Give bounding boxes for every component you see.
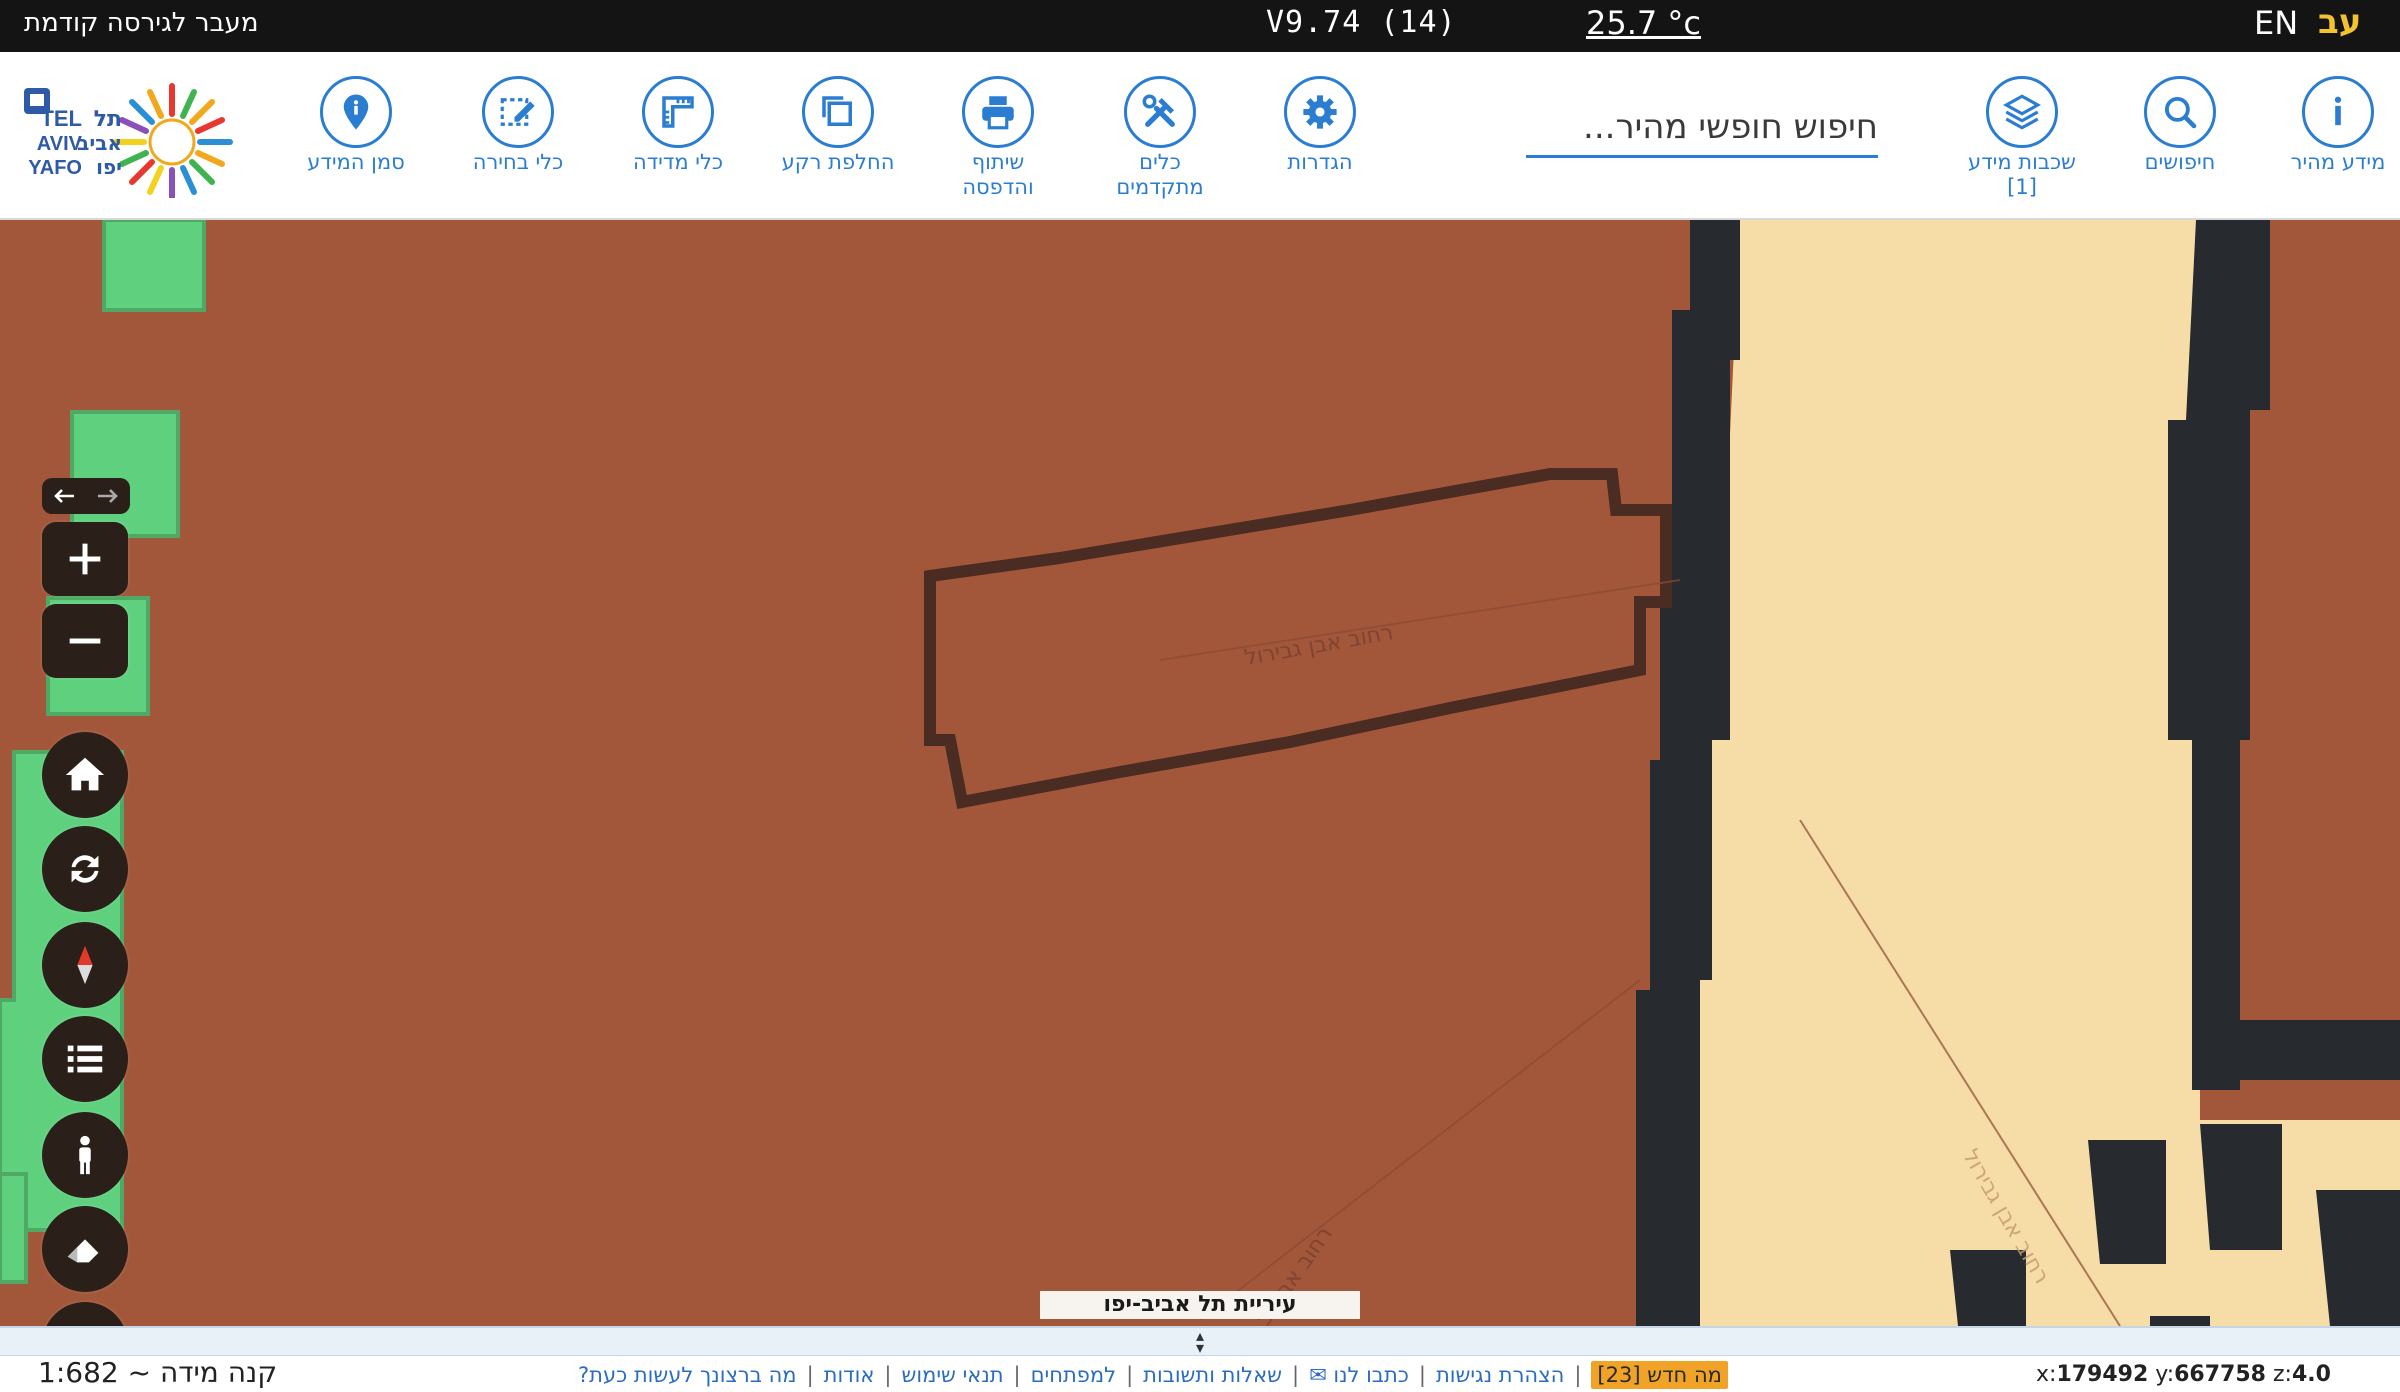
- layers-square-icon: [802, 76, 874, 148]
- mark-info-label: סמן המידע: [307, 150, 405, 174]
- top-bar: מעבר לגירסה קודמת V9.74 (14) 25.7 °c EN …: [0, 0, 2400, 52]
- home-button[interactable]: [42, 732, 128, 818]
- street-view-button[interactable]: [42, 1112, 128, 1198]
- refresh-button[interactable]: [42, 826, 128, 912]
- arrow-right-icon: [98, 489, 118, 503]
- legend-button[interactable]: [42, 1016, 128, 1102]
- measure-tools-label: כלי מדידה: [632, 150, 724, 174]
- quick-info-label: מידע מהיר: [2290, 150, 2386, 174]
- list-icon: [67, 1045, 103, 1073]
- footer-link-developers[interactable]: למפתחים: [1031, 1363, 1116, 1387]
- svg-text:אביב: אביב: [77, 131, 122, 155]
- ruler-icon: [642, 76, 714, 148]
- layers-count-badge: [1]: [2007, 175, 2037, 199]
- map-canvas[interactable]: רחוב אבן גבירול רחוב אבן גבירול רחוב אבן…: [0, 220, 2400, 1326]
- logo-graphic: TEL AVIV YAFO תל אביב יפו: [24, 83, 233, 201]
- tel-aviv-yafo-logo[interactable]: TEL AVIV YAFO תל אביב יפו: [22, 74, 250, 201]
- temperature-label[interactable]: 25.7 °c: [1586, 4, 1701, 42]
- main-toolbar: TEL AVIV YAFO תל אביב יפו סמן המידע כלי …: [0, 52, 2400, 220]
- select-tools-label: כלי בחירה: [472, 150, 564, 174]
- info-icon: [2302, 76, 2374, 148]
- refresh-icon: [71, 855, 99, 883]
- compass-icon: [77, 945, 93, 985]
- select-tools-button[interactable]: כלי בחירה: [438, 76, 598, 175]
- gear-icon: [1284, 76, 1356, 148]
- plus-icon: [69, 543, 101, 575]
- svg-text:AVIV: AVIV: [37, 133, 83, 155]
- coordinates-readout: x:179492 y:667758 z:4.0: [2036, 1362, 2331, 1387]
- eraser-icon: [67, 1239, 99, 1263]
- footer-link-terms[interactable]: תנאי שימוש: [901, 1363, 1003, 1387]
- advanced-tools-label: כלים מתקדמים: [1116, 150, 1204, 199]
- quick-search-field[interactable]: [1526, 98, 1878, 158]
- select-pencil-icon: [482, 76, 554, 148]
- footer-link-about[interactable]: אודות: [824, 1363, 875, 1387]
- svg-text:TEL: TEL: [40, 106, 82, 131]
- map-tiles: רחוב אבן גבירול רחוב אבן גבירול רחוב אבן…: [0, 220, 2400, 1326]
- person-icon: [79, 1135, 91, 1175]
- footer-links: מה ברצונך לעשות כעת? | אודות | תנאי שימוש |…: [578, 1360, 1728, 1390]
- language-hebrew-button[interactable]: עב: [2318, 2, 2361, 42]
- footer-link-faq[interactable]: שאלות ותשובות: [1143, 1363, 1282, 1387]
- zoom-in-button[interactable]: [42, 522, 128, 596]
- whats-new-badge[interactable]: מה חדש [23]: [1591, 1361, 1728, 1389]
- search-icon: [2144, 76, 2216, 148]
- history-forward-button[interactable]: [86, 478, 130, 514]
- footer-link-what-to-do[interactable]: מה ברצונך לעשות כעת?: [578, 1363, 797, 1387]
- info-layers-button[interactable]: שכבות מידע [1]: [1942, 76, 2102, 200]
- layers-icon: [1986, 76, 2058, 148]
- map-history-nav: [42, 478, 130, 514]
- switch-background-label: החלפת רקע: [781, 150, 895, 174]
- version-label: V9.74 (14): [1266, 5, 1457, 40]
- compass-button[interactable]: [42, 922, 128, 1008]
- arrow-left-icon: [54, 489, 74, 503]
- share-print-label: שיתוף והדפסה: [962, 150, 1034, 199]
- info-layers-label: שכבות מידע [1]: [1968, 150, 2076, 199]
- quick-info-button[interactable]: מידע מהיר: [2258, 76, 2400, 175]
- measure-tools-button[interactable]: כלי מדידה: [598, 76, 758, 175]
- advanced-tools-button[interactable]: כלים מתקדמים: [1080, 76, 1240, 200]
- history-back-button[interactable]: [42, 478, 86, 514]
- settings-label: הגדרות: [1287, 150, 1353, 174]
- quick-search-input[interactable]: [1526, 98, 1878, 155]
- svg-text:YAFO: YAFO: [28, 157, 82, 179]
- footer-link-contact[interactable]: כתבו לנו ✉: [1309, 1363, 1409, 1387]
- svg-text:תל: תל: [94, 107, 122, 132]
- printer-icon: [962, 76, 1034, 148]
- searches-label: חיפושים: [2144, 150, 2216, 174]
- clear-button[interactable]: [42, 1206, 128, 1292]
- footer-link-accessibility[interactable]: הצהרת נגישות: [1436, 1363, 1564, 1387]
- expand-collapse-icon: ▴ ▾: [1195, 1326, 1205, 1357]
- mark-info-button[interactable]: סמן המידע: [276, 76, 436, 175]
- map-pin-info-icon: [320, 76, 392, 148]
- minus-icon: [69, 638, 101, 644]
- language-english-button[interactable]: EN: [2254, 4, 2298, 42]
- home-icon: [65, 757, 105, 791]
- map-scale: קנה מידה ~ 1:682: [38, 1356, 278, 1389]
- zoom-out-button[interactable]: [42, 604, 128, 678]
- searches-button[interactable]: חיפושים: [2100, 76, 2260, 175]
- attribution-label: עיריית תל אביב-יפו: [1040, 1291, 1360, 1319]
- switch-background-button[interactable]: החלפת רקע: [758, 76, 918, 175]
- settings-button[interactable]: הגדרות: [1240, 76, 1400, 175]
- share-print-button[interactable]: שיתוף והדפסה: [918, 76, 1078, 200]
- footer-bar: קנה מידה ~ 1:682 מה ברצונך לעשות כעת? | א…: [0, 1356, 2400, 1392]
- panel-resize-handle[interactable]: ▴ ▾: [0, 1326, 2400, 1356]
- tools-wrench-hammer-icon: [1124, 76, 1196, 148]
- previous-version-link[interactable]: מעבר לגירסה קודמת: [24, 8, 258, 38]
- svg-text:יפו: יפו: [96, 155, 122, 179]
